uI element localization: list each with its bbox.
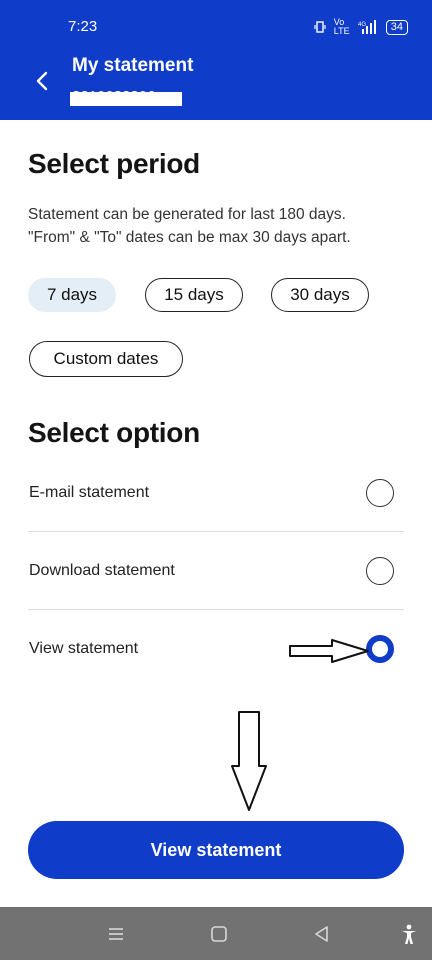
- chevron-left-icon: [36, 71, 48, 91]
- page-title: My statement: [72, 55, 194, 76]
- description-line-2: "From" & "To" dates can be max 30 days a…: [28, 229, 351, 246]
- option-label: View statement: [29, 640, 139, 657]
- radio-email-statement[interactable]: [366, 479, 394, 507]
- radio-download-statement[interactable]: [366, 557, 394, 585]
- chip-7-days[interactable]: 7 days: [28, 278, 116, 312]
- vibrate-icon: [314, 21, 326, 33]
- menu-icon[interactable]: [105, 923, 127, 945]
- period-description: Statement can be generated for last 180 …: [28, 203, 408, 249]
- view-statement-button[interactable]: View statement: [28, 821, 404, 879]
- option-download-statement[interactable]: Download statement: [28, 532, 404, 610]
- status-time: 7:23: [68, 18, 98, 35]
- arrow-down-icon: [231, 711, 267, 811]
- chip-custom-dates[interactable]: Custom dates: [29, 341, 183, 377]
- system-nav-bar: [0, 907, 432, 960]
- status-icons: Vo LTE 4G 34: [314, 18, 408, 36]
- signal-icon: 4G: [358, 20, 376, 34]
- home-icon[interactable]: [208, 923, 230, 945]
- app-header: 7:23 VoLTE 4G 34 My statement 8210032806: [0, 0, 432, 120]
- battery-indicator: 34: [385, 19, 408, 35]
- accessibility-icon[interactable]: [398, 923, 420, 945]
- option-heading: Select option: [28, 417, 200, 448]
- volte-icon: Vo LTE: [333, 17, 350, 36]
- redaction-mask: [70, 92, 182, 106]
- chip-30-days[interactable]: 30 days: [271, 278, 369, 312]
- svg-text:4G: 4G: [358, 22, 366, 28]
- period-heading: Select period: [28, 148, 200, 179]
- chip-15-days[interactable]: 15 days: [145, 278, 243, 312]
- option-email-statement[interactable]: E-mail statement: [28, 454, 404, 532]
- option-label: E-mail statement: [29, 484, 150, 501]
- back-button[interactable]: [28, 64, 58, 98]
- option-label: Download statement: [29, 562, 175, 579]
- arrow-right-icon: [289, 639, 369, 663]
- back-triangle-icon[interactable]: [311, 923, 333, 945]
- description-line-1: Statement can be generated for last 180 …: [28, 206, 346, 223]
